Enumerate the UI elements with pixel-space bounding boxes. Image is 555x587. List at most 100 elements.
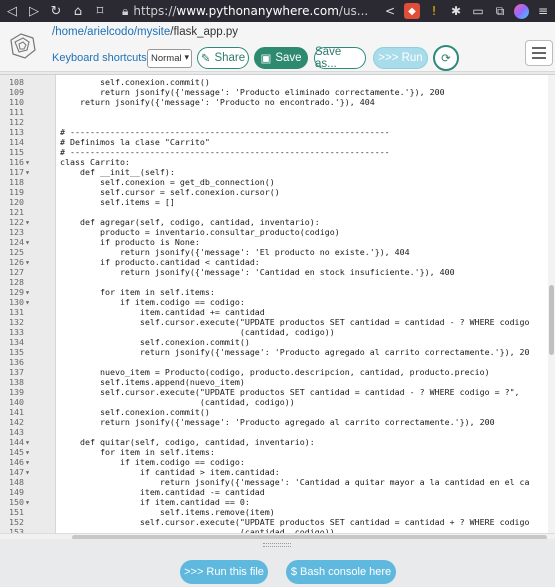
path-home-link[interactable]: /home/ bbox=[52, 26, 87, 38]
path-dir-link[interactable]: mysite bbox=[137, 26, 170, 38]
code-text[interactable]: (cantidad, codigo)) bbox=[60, 327, 335, 337]
code-text[interactable]: return jsonify({'message': 'Producto eli… bbox=[60, 87, 445, 97]
code-text[interactable]: return jsonify({'message': 'Cantidad a q… bbox=[60, 477, 530, 487]
fold-toggle-icon[interactable]: ▾ bbox=[25, 457, 33, 467]
vertical-scrollbar[interactable] bbox=[548, 75, 555, 533]
address-bar[interactable]: 🔒︎ https://www.pythonanywhere.com/us... bbox=[122, 4, 368, 19]
code-text[interactable]: # --------------------------------------… bbox=[60, 127, 390, 137]
code-line[interactable]: 143 bbox=[0, 427, 555, 437]
save-as-button[interactable]: Save as... bbox=[314, 46, 366, 70]
code-text[interactable]: self.conexion.commit() bbox=[60, 407, 210, 417]
code-text[interactable]: for item in self.items: bbox=[60, 287, 215, 297]
horizontal-scroll-thumb[interactable] bbox=[72, 535, 547, 539]
code-line[interactable]: 114 # Definimos la clase "Carrito" bbox=[0, 137, 555, 147]
share-page-icon[interactable]: < bbox=[382, 3, 398, 19]
tab-icon[interactable]: ⧉ bbox=[492, 3, 508, 19]
code-line[interactable]: 147 ▾ if cantidad > item.cantidad: bbox=[0, 467, 555, 477]
share-button[interactable]: ✎ Share bbox=[197, 47, 249, 69]
code-text[interactable]: self.cursor.execute("UPDATE productos SE… bbox=[60, 387, 520, 397]
code-text[interactable]: self.conexion.commit() bbox=[60, 337, 250, 347]
code-text[interactable]: self.cursor = self.conexion.cursor() bbox=[60, 187, 280, 197]
code-text[interactable]: if producto is None: bbox=[60, 237, 200, 247]
code-text[interactable]: producto = inventario.consultar_producto… bbox=[60, 227, 340, 237]
puzzle-extensions-icon[interactable]: ✱ bbox=[448, 3, 464, 19]
code-text[interactable]: return jsonify({'message': 'Cantidad en … bbox=[60, 267, 455, 277]
code-text[interactable]: return jsonify({'message': 'Producto agr… bbox=[60, 347, 530, 357]
code-line[interactable]: 149 item.cantidad -= cantidad bbox=[0, 487, 555, 497]
code-text[interactable]: nuevo_item = Producto(codigo, producto.d… bbox=[60, 367, 490, 377]
code-line[interactable]: 110 return jsonify({'message': 'Producto… bbox=[0, 97, 555, 107]
code-line[interactable]: 148 return jsonify({'message': 'Cantidad… bbox=[0, 477, 555, 487]
code-line[interactable]: 152 self.cursor.execute("UPDATE producto… bbox=[0, 517, 555, 527]
code-line[interactable]: 137 nuevo_item = Producto(codigo, produc… bbox=[0, 367, 555, 377]
code-line[interactable]: 128 bbox=[0, 277, 555, 287]
code-line[interactable]: 121 bbox=[0, 207, 555, 217]
code-text[interactable]: self.items.remove(item) bbox=[60, 507, 275, 517]
fold-toggle-icon[interactable]: ▾ bbox=[25, 447, 33, 457]
code-line[interactable]: 139 self.cursor.execute("UPDATE producto… bbox=[0, 387, 555, 397]
refresh-icon[interactable]: ⟳ bbox=[433, 45, 459, 71]
code-line[interactable]: 113 # -----------------------------------… bbox=[0, 127, 555, 137]
code-line[interactable]: 115 # -----------------------------------… bbox=[0, 147, 555, 157]
fold-toggle-icon[interactable]: ▾ bbox=[25, 257, 33, 267]
code-text[interactable]: return jsonify({'message': 'El producto … bbox=[60, 247, 410, 257]
code-text[interactable]: self.cursor.execute("UPDATE productos SE… bbox=[60, 317, 530, 327]
reload-icon[interactable]: ↻ bbox=[48, 4, 64, 19]
bash-console-button[interactable]: $ Bash console here bbox=[286, 560, 396, 584]
extension-icon[interactable]: ◆ bbox=[404, 3, 420, 19]
code-text[interactable]: def quitar(self, codigo, cantidad, inven… bbox=[60, 437, 315, 447]
code-text[interactable]: self.items.append(nuevo_item) bbox=[60, 377, 245, 387]
fold-toggle-icon[interactable]: ▾ bbox=[25, 437, 33, 447]
fold-toggle-icon[interactable]: ▾ bbox=[25, 157, 33, 167]
resize-handle[interactable] bbox=[263, 543, 291, 547]
code-line[interactable]: 119 self.cursor = self.conexion.cursor() bbox=[0, 187, 555, 197]
code-line[interactable]: 133 (cantidad, codigo)) bbox=[0, 327, 555, 337]
save-button[interactable]: ▣ Save bbox=[254, 47, 308, 69]
code-editor[interactable]: 108 self.conexion.commit() 109 return jso… bbox=[0, 74, 555, 539]
code-line[interactable]: 108 self.conexion.commit() bbox=[0, 77, 555, 87]
code-text[interactable]: def __init__(self): bbox=[60, 167, 175, 177]
bookmark-icon[interactable]: ⌑ bbox=[92, 4, 108, 19]
fold-toggle-icon[interactable]: ▾ bbox=[25, 237, 33, 247]
notification-icon[interactable]: ! bbox=[426, 3, 442, 19]
code-text[interactable]: self.conexion = get_db_connection() bbox=[60, 177, 275, 187]
code-line[interactable]: 112 bbox=[0, 117, 555, 127]
code-line[interactable]: 127 return jsonify({'message': 'Cantidad… bbox=[0, 267, 555, 277]
code-line[interactable]: 141 self.conexion.commit() bbox=[0, 407, 555, 417]
run-button[interactable]: >>> Run bbox=[373, 47, 428, 69]
fold-toggle-icon[interactable]: ▾ bbox=[25, 217, 33, 227]
code-line[interactable]: 140 (cantidad, codigo)) bbox=[0, 397, 555, 407]
vertical-scroll-thumb[interactable] bbox=[549, 285, 554, 355]
profile-avatar-icon[interactable] bbox=[514, 3, 529, 19]
code-text[interactable]: # Definimos la clase "Carrito" bbox=[60, 137, 210, 147]
code-text[interactable]: self.items = [] bbox=[60, 197, 175, 207]
code-line[interactable]: 117 ▾ def __init__(self): bbox=[0, 167, 555, 177]
code-text[interactable]: self.cursor.execute("UPDATE productos SE… bbox=[60, 517, 530, 527]
code-line[interactable]: 138 self.items.append(nuevo_item) bbox=[0, 377, 555, 387]
code-line[interactable]: 120 self.items = [] bbox=[0, 197, 555, 207]
code-text[interactable]: if cantidad > item.cantidad: bbox=[60, 467, 280, 477]
code-line[interactable]: 132 self.cursor.execute("UPDATE producto… bbox=[0, 317, 555, 327]
code-text[interactable]: if item.codigo == codigo: bbox=[60, 457, 245, 467]
code-line[interactable]: 136 bbox=[0, 357, 555, 367]
fold-toggle-icon[interactable]: ▾ bbox=[25, 467, 33, 477]
keyboard-mode-select[interactable]: Normal ▾ bbox=[147, 49, 192, 68]
code-text[interactable]: class Carrito: bbox=[60, 157, 130, 167]
code-line[interactable]: 134 self.conexion.commit() bbox=[0, 337, 555, 347]
code-line[interactable]: 126 ▾ if producto.cantidad < cantidad: bbox=[0, 257, 555, 267]
code-line[interactable]: 109 return jsonify({'message': 'Producto… bbox=[0, 87, 555, 97]
code-text[interactable]: for item in self.items: bbox=[60, 447, 215, 457]
browser-menu-icon[interactable]: ≡ bbox=[535, 3, 551, 19]
code-line[interactable]: 146 ▾ if item.codigo == codigo: bbox=[0, 457, 555, 467]
forward-arrow-icon[interactable]: ▷ bbox=[26, 4, 42, 19]
sidebar-icon[interactable]: ▭ bbox=[470, 3, 486, 19]
path-user-link[interactable]: arielcodo bbox=[87, 26, 134, 38]
code-line[interactable]: 118 self.conexion = get_db_connection() bbox=[0, 177, 555, 187]
code-line[interactable]: 142 return jsonify({'message': 'Producto… bbox=[0, 417, 555, 427]
code-line[interactable]: 145 ▾ for item in self.items: bbox=[0, 447, 555, 457]
code-text[interactable]: if item.cantidad == 0: bbox=[60, 497, 250, 507]
code-text[interactable]: item.cantidad += cantidad bbox=[60, 307, 265, 317]
code-line[interactable]: 116 ▾ class Carrito: bbox=[0, 157, 555, 167]
code-line[interactable]: 150 ▾ if item.cantidad == 0: bbox=[0, 497, 555, 507]
code-line[interactable]: 135 return jsonify({'message': 'Producto… bbox=[0, 347, 555, 357]
